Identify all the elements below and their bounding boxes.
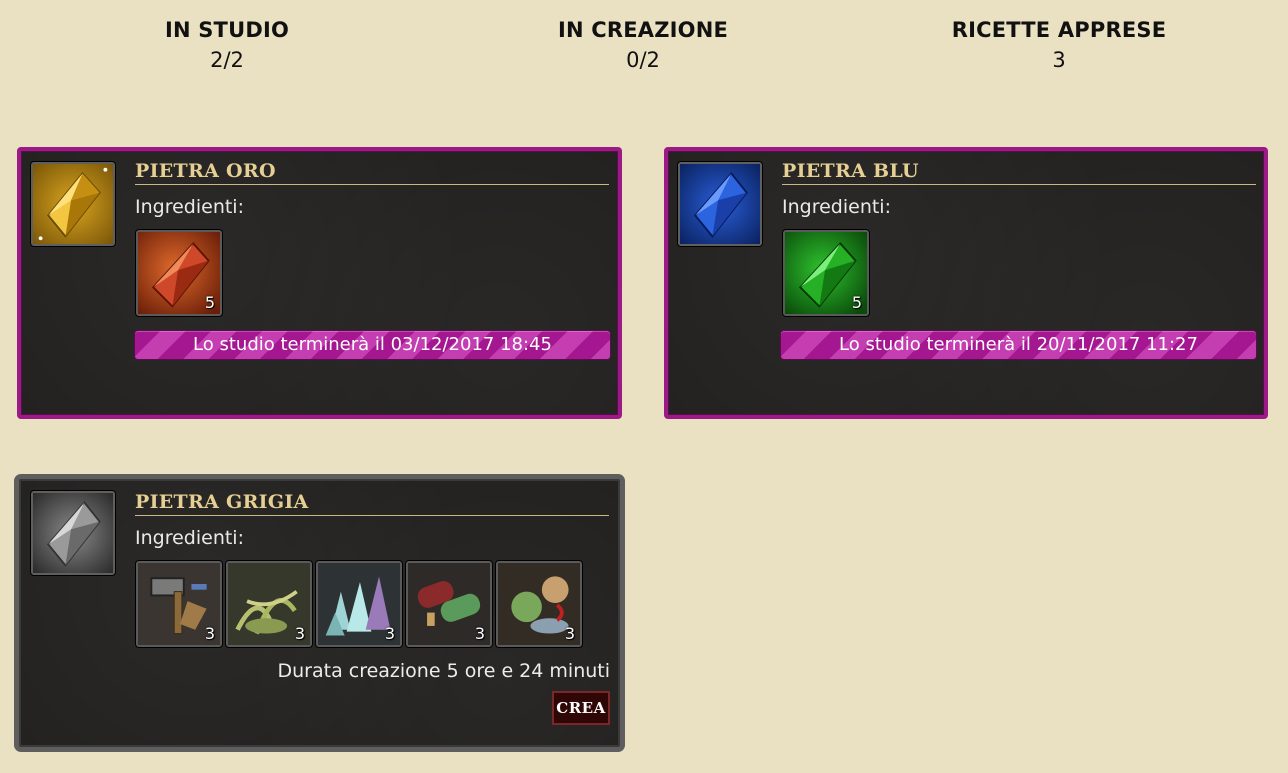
- ingredient-quantity: 3: [294, 624, 305, 643]
- stat-ricette-apprese: RICETTE APPRESE 3: [909, 18, 1209, 72]
- stat-value: 2/2: [210, 48, 244, 72]
- ingredient-quantity: 3: [474, 624, 485, 643]
- ingredient-quantity: 5: [851, 293, 862, 312]
- blue-gem-icon: [678, 162, 762, 246]
- red-gem-icon[interactable]: 5: [136, 230, 222, 316]
- stat-value: 0/2: [626, 48, 660, 72]
- food-icon[interactable]: 3: [496, 561, 582, 647]
- stat-label: IN CREAZIONE: [557, 18, 729, 42]
- recipe-title: PIETRA GRIGIA: [135, 490, 609, 516]
- study-progress-bar: Lo studio terminerà il 20/11/2017 11:27: [781, 331, 1256, 359]
- recipe-title: PIETRA ORO: [135, 159, 609, 185]
- recipe-card-pietra-grigia[interactable]: PIETRA GRIGIA Ingredienti: 3 3 3 3 3 Dur…: [14, 474, 625, 752]
- ingredient-quantity: 3: [384, 624, 395, 643]
- creation-duration: Durata creazione 5 ore e 24 minuti: [277, 660, 611, 682]
- stat-value: 3: [1052, 48, 1066, 72]
- crystals-icon[interactable]: 3: [316, 561, 402, 647]
- study-progress-bar: Lo studio terminerà il 03/12/2017 18:45: [135, 331, 610, 359]
- tools-icon[interactable]: 3: [136, 561, 222, 647]
- gold-gem-icon: [31, 162, 115, 246]
- ingredient-quantity: 3: [564, 624, 575, 643]
- crea-button[interactable]: CREA: [552, 691, 610, 725]
- recipe-card-pietra-blu[interactable]: PIETRA BLU Ingredienti: 5 Lo studio term…: [664, 147, 1268, 419]
- ingredient-quantity: 3: [204, 624, 215, 643]
- stats-bar: IN STUDIO 2/2 IN CREAZIONE 0/2 RICETTE A…: [0, 18, 1288, 88]
- herbs-icon[interactable]: 3: [226, 561, 312, 647]
- ingredients-label: Ingredienti:: [135, 527, 244, 549]
- ingredients-label: Ingredienti:: [782, 196, 891, 218]
- green-gem-icon[interactable]: 5: [783, 230, 869, 316]
- scrolls-icon[interactable]: 3: [406, 561, 492, 647]
- recipe-title: PIETRA BLU: [782, 159, 1256, 185]
- grey-gem-icon: [31, 491, 115, 575]
- stat-label: IN STUDIO: [164, 18, 290, 42]
- stat-label: RICETTE APPRESE: [951, 18, 1167, 42]
- stat-in-creazione: IN CREAZIONE 0/2: [493, 18, 793, 72]
- recipe-card-pietra-oro[interactable]: PIETRA ORO Ingredienti: 5 Lo studio term…: [17, 147, 622, 419]
- ingredient-quantity: 5: [204, 293, 215, 312]
- stat-in-studio: IN STUDIO 2/2: [77, 18, 377, 72]
- ingredients-label: Ingredienti:: [135, 196, 244, 218]
